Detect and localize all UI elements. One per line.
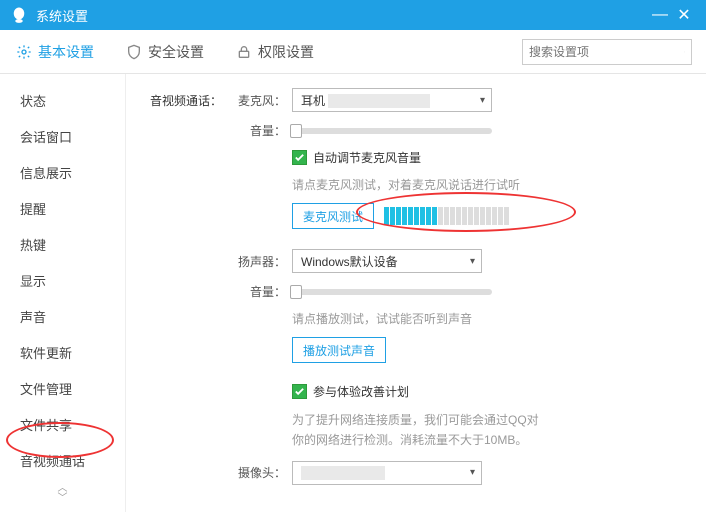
sidebar-item-info-display[interactable]: 信息展示 [0,154,125,190]
camera-select[interactable]: xxxxxxxxxxxxxx ▾ [292,461,482,485]
speaker-select[interactable]: Windows默认设备 ▾ [292,249,482,273]
tab-basic-label: 基本设置 [38,42,94,62]
vu-bar [414,207,419,225]
window-title: 系统设置 [36,6,648,25]
camera-label: 摄像头： [226,464,292,481]
mic-test-button[interactable]: 麦克风测试 [292,203,374,229]
mic-label: 麦克风： [226,92,292,109]
vu-bar [474,207,479,225]
speaker-volume-label: 音量： [226,283,292,300]
sidebar-item-hotkeys[interactable]: 热键 [0,226,125,262]
chevron-down-icon: ▾ [470,256,475,267]
mic-hint: 请点麦克风测试，对着麦克风说话进行试听 [226,176,676,193]
vu-bar [408,207,413,225]
section-label: 音视频通话： [136,92,226,109]
vu-bar [384,207,389,225]
tab-security[interactable]: 安全设置 [124,32,206,72]
tab-privacy[interactable]: 权限设置 [234,32,316,72]
vu-bar [426,207,431,225]
speaker-label: 扬声器： [226,253,292,270]
vu-bar [438,207,443,225]
tab-privacy-label: 权限设置 [258,42,314,62]
sidebar-item-av-call[interactable]: 音视频通话 [0,442,125,478]
sidebar-item-display[interactable]: 显示 [0,262,125,298]
mic-select[interactable]: 耳机 xxxxxxxxxxxxxxxxx ▾ [292,88,492,112]
speaker-test-button[interactable]: 播放测试声音 [292,337,386,363]
titlebar: 系统设置 — ✕ [0,0,706,30]
tabbar: 基本设置 安全设置 权限设置 [0,30,706,74]
feedback-label: 参与体验改善计划 [313,383,409,400]
vu-bar [450,207,455,225]
vu-bar [432,207,437,225]
minimize-button[interactable]: — [648,3,672,27]
sidebar-item-updates[interactable]: 软件更新 [0,334,125,370]
speaker-volume-slider[interactable] [292,289,492,295]
sidebar-item-sound[interactable]: 声音 [0,298,125,334]
speaker-hint: 请点播放测试，试试能否听到声音 [226,310,676,327]
vu-bar [390,207,395,225]
lock-icon [236,44,252,60]
speaker-select-value: Windows默认设备 [301,253,398,270]
close-button[interactable]: ✕ [672,3,696,27]
mic-volume-label: 音量： [226,122,292,139]
chevron-down-icon: ▾ [470,467,475,478]
auto-mic-checkbox[interactable] [292,150,307,165]
tab-basic[interactable]: 基本设置 [14,32,96,72]
vu-bar [462,207,467,225]
tab-security-label: 安全设置 [148,42,204,62]
vu-bar [492,207,497,225]
camera-select-value: xxxxxxxxxxxxxx [301,466,385,480]
auto-mic-label: 自动调节麦克风音量 [313,149,421,166]
sidebar-item-chat-window[interactable]: 会话窗口 [0,118,125,154]
mic-vu-meter [384,205,509,227]
feedback-hint: 为了提升网络连接质量，我们可能会通过QQ对你的网络进行检测。消耗流量不大于10M… [226,410,546,451]
vu-bar [498,207,503,225]
sidebar-item-reminders[interactable]: 提醒 [0,190,125,226]
chevron-down-icon: ▾ [480,95,485,106]
vu-bar [486,207,491,225]
vu-bar [396,207,401,225]
vu-bar [420,207,425,225]
mic-select-value: 耳机 xxxxxxxxxxxxxxxxx [301,92,430,109]
sidebar-item-file-share[interactable]: 文件共享 [0,406,125,442]
vu-bar [402,207,407,225]
vu-bar [480,207,485,225]
vu-bar [504,207,509,225]
search-input[interactable] [529,45,684,59]
vu-bar [444,207,449,225]
search-icon [684,45,685,59]
feedback-checkbox[interactable] [292,384,307,399]
gear-icon [16,44,32,60]
shield-icon [126,44,142,60]
mic-volume-slider[interactable] [292,128,492,134]
vu-bar [456,207,461,225]
vu-bar [468,207,473,225]
qq-logo-icon [10,6,28,24]
sidebar-item-status[interactable]: 状态 [0,82,125,118]
settings-main: 音视频通话： 麦克风： 耳机 xxxxxxxxxxxxxxxxx ▾ 音量： 自… [126,74,706,512]
sidebar-item-file-mgmt[interactable]: 文件管理 [0,370,125,406]
sidebar-scroll-arrows[interactable]: ︿﹀ [0,484,125,504]
settings-sidebar: 状态 会话窗口 信息展示 提醒 热键 显示 声音 软件更新 文件管理 文件共享 … [0,74,126,512]
search-box[interactable] [522,39,692,65]
